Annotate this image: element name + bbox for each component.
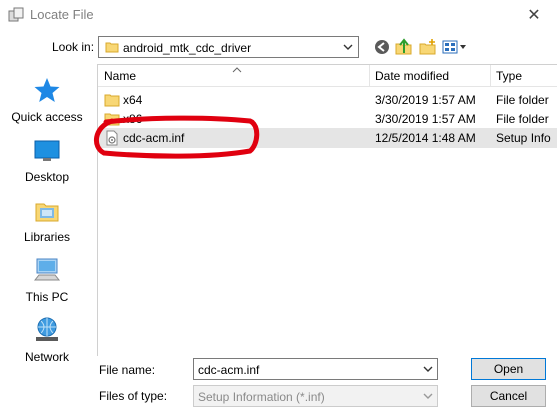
chevron-down-icon[interactable] xyxy=(422,362,434,376)
folder-icon xyxy=(104,94,120,107)
column-divider[interactable] xyxy=(369,65,370,87)
file-date: 12/5/2014 1:48 AM xyxy=(375,131,476,145)
place-network[interactable]: Network xyxy=(0,310,94,370)
star-icon xyxy=(34,78,60,102)
open-button[interactable]: Open xyxy=(471,358,546,380)
app-icon xyxy=(8,7,24,22)
window-title: Locate File xyxy=(30,7,94,22)
new-folder-icon xyxy=(419,39,436,55)
place-label: Quick access xyxy=(11,110,83,124)
place-label: This PC xyxy=(25,290,69,304)
file-type: Setup Info xyxy=(496,131,551,145)
file-date: 3/30/2019 1:57 AM xyxy=(375,93,476,107)
file-name-input[interactable]: cdc-acm.inf xyxy=(193,358,438,380)
view-menu-icon xyxy=(442,40,466,54)
file-type: File folder xyxy=(496,93,549,107)
close-button[interactable]: ✕ xyxy=(511,0,557,30)
column-divider[interactable] xyxy=(490,65,491,87)
file-type-value: Setup Information (*.inf) xyxy=(198,390,325,404)
place-this-pc[interactable]: This PC xyxy=(0,250,94,310)
cancel-button[interactable]: Cancel xyxy=(471,385,546,407)
file-row[interactable]: x64 3/30/2019 1:57 AM File folder xyxy=(98,90,557,110)
back-icon xyxy=(375,40,389,54)
folder-icon xyxy=(104,113,120,126)
back-button[interactable] xyxy=(372,38,392,56)
up-folder-button[interactable] xyxy=(394,38,414,56)
file-type-select[interactable]: Setup Information (*.inf) xyxy=(193,385,438,407)
place-label: Network xyxy=(24,350,69,364)
libraries-icon xyxy=(35,203,59,222)
up-folder-icon xyxy=(395,38,412,55)
file-name-value: cdc-acm.inf xyxy=(198,363,260,377)
places-bar: Quick access Desktop Libraries This PC N… xyxy=(0,64,94,374)
new-folder-button[interactable] xyxy=(418,38,438,56)
column-name[interactable]: Name xyxy=(104,69,136,83)
file-name: x64 xyxy=(123,93,143,107)
desktop-icon xyxy=(34,140,60,161)
file-row-selected[interactable]: cdc-acm.inf 12/5/2014 1:48 AM Setup Info xyxy=(98,128,557,148)
column-type[interactable]: Type xyxy=(496,69,522,83)
file-row[interactable]: x86 3/30/2019 1:57 AM File folder xyxy=(98,109,557,129)
place-quick-access[interactable]: Quick access xyxy=(0,70,94,130)
look-in-label: Look in: xyxy=(52,40,95,54)
file-date: 3/30/2019 1:57 AM xyxy=(375,112,476,126)
look-in-combo[interactable]: android_mtk_cdc_driver xyxy=(98,36,359,58)
close-icon: ✕ xyxy=(527,7,541,24)
file-name: x86 xyxy=(123,112,143,126)
column-date-modified[interactable]: Date modified xyxy=(375,69,449,83)
file-type-label: Files of type: xyxy=(99,389,168,403)
file-name: cdc-acm.inf xyxy=(123,131,185,145)
column-header: Name Date modified Type xyxy=(98,65,557,87)
setup-file-icon xyxy=(106,130,118,146)
network-icon xyxy=(36,317,58,341)
computer-icon xyxy=(33,258,61,281)
look-in-value: android_mtk_cdc_driver xyxy=(123,41,252,55)
file-name-label: File name: xyxy=(99,363,156,377)
file-type: File folder xyxy=(496,112,549,126)
chevron-down-icon[interactable] xyxy=(342,40,354,54)
place-desktop[interactable]: Desktop xyxy=(0,130,94,190)
view-menu-button[interactable] xyxy=(442,38,468,56)
folder-icon xyxy=(105,42,119,53)
place-libraries[interactable]: Libraries xyxy=(0,190,94,250)
file-list[interactable]: Name Date modified Type x64 3/30/2019 1:… xyxy=(97,64,557,356)
place-label: Libraries xyxy=(23,230,71,244)
place-label: Desktop xyxy=(24,170,70,184)
chevron-down-icon[interactable] xyxy=(422,389,434,403)
sort-ascending-icon xyxy=(232,67,242,73)
title-bar: Locate File ✕ xyxy=(0,0,557,30)
